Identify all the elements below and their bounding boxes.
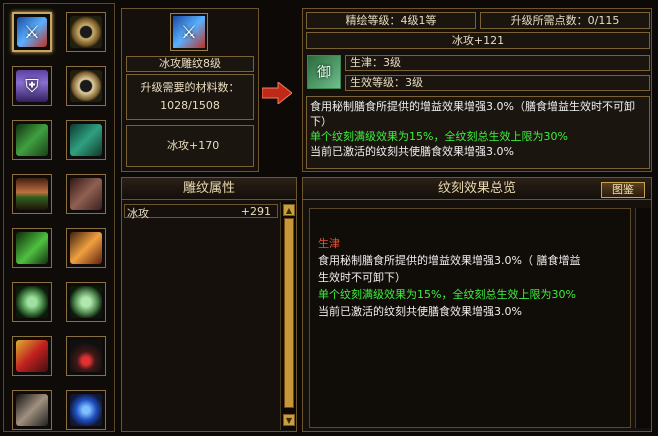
- jade-pendant-icon[interactable]: [66, 282, 106, 322]
- engrave-description: 食用秘制膳食所提供的增益效果增强3.0%（膳食增益生效时不可卸下） 单个纹刻满级…: [306, 96, 650, 169]
- selected-item-panel: ⚔ 冰攻雕纹8级 升级需要的材料数： 1028/1508 冰攻+170: [121, 8, 259, 172]
- codex-button[interactable]: 图鉴: [601, 182, 645, 198]
- jade-pendant-icon[interactable]: [12, 282, 52, 322]
- belt-icon[interactable]: [12, 174, 52, 214]
- equipment-grid: ⚔ ⛨: [3, 3, 115, 432]
- overview-header: 纹刻效果总览: [303, 178, 651, 200]
- overview-line-2: 生效时不可卸下）: [318, 271, 406, 284]
- scroll-up-arrow[interactable]: ▲: [283, 204, 295, 216]
- overview-line-4: 当前已激活的纹刻共使膳食效果增强3.0%: [318, 305, 522, 318]
- attributes-panel: 雕纹属性 冰攻 +291 ▲ ▼: [121, 177, 297, 432]
- ice-orb-icon[interactable]: [66, 390, 106, 430]
- attribute-row[interactable]: 冰攻 +291: [124, 204, 278, 220]
- overview-content: 生津 食用秘制膳食所提供的增益效果增强3.0%（ 膳食增益 生效时不可卸下） 单…: [309, 208, 631, 428]
- overview-panel: 纹刻效果总览 图鉴 生津 食用秘制膳食所提供的增益效果增强3.0%（ 膳食增益 …: [302, 177, 652, 432]
- attributes-scrollbar[interactable]: ▲ ▼: [280, 202, 296, 430]
- ice-sword-icon[interactable]: ⚔: [12, 12, 52, 52]
- desc-active: 当前已激活的纹刻共使膳食效果增强3.0%: [310, 145, 514, 158]
- engrave-level: 精绘等级：4级1等: [306, 12, 476, 29]
- selected-item-icon: ⚔: [170, 13, 208, 51]
- armor-icon[interactable]: ⛨: [12, 66, 52, 106]
- item-bonus: 冰攻+170: [126, 125, 254, 167]
- attribute-name: 冰攻: [127, 207, 149, 220]
- material-count: 1028/1508: [160, 99, 220, 112]
- law-name: 生津：3级: [345, 55, 650, 71]
- attributes-header: 雕纹属性: [122, 178, 296, 200]
- overview-line-3: 单个纹刻满级效果为15%，全纹刻总生效上限为30%: [318, 288, 576, 301]
- scroll-down-arrow[interactable]: ▼: [283, 414, 295, 426]
- upgrade-points: 升级所需点数：0/115: [480, 12, 650, 29]
- material-box: 升级需要的材料数： 1028/1508: [126, 74, 254, 120]
- bracer-icon[interactable]: [12, 120, 52, 160]
- scroll-thumb[interactable]: [284, 218, 294, 408]
- dagger-icon[interactable]: [12, 390, 52, 430]
- overview-title: 生津: [318, 237, 340, 250]
- ring-icon[interactable]: [66, 66, 106, 106]
- overview-line-1: 食用秘制膳食所提供的增益效果增强3.0%（ 膳食增益: [318, 254, 581, 267]
- glove-icon[interactable]: [12, 228, 52, 268]
- desc-limit: 单个纹刻满级效果为15%，全纹刻总生效上限为30%: [310, 130, 568, 143]
- scepter-icon[interactable]: [66, 228, 106, 268]
- upgrade-arrow-icon: [261, 80, 293, 106]
- necklace-icon[interactable]: [66, 336, 106, 376]
- engrave-detail-panel: 精绘等级：4级1等 升级所需点数：0/115 冰攻+121 御 生津：3级 生效…: [302, 8, 652, 172]
- effect-level: 生效等级：3级: [345, 75, 650, 91]
- item-name: 冰攻雕纹8级: [126, 56, 254, 72]
- material-label: 升级需要的材料数：: [140, 81, 240, 94]
- attribute-value: +291: [240, 205, 271, 218]
- charm-icon[interactable]: [12, 336, 52, 376]
- ring-icon[interactable]: [66, 12, 106, 52]
- desc-effect: 食用秘制膳食所提供的增益效果增强3.0%（膳食增益生效时不可卸下）: [310, 100, 635, 128]
- boot-icon[interactable]: [66, 174, 106, 214]
- jade-seal-icon: 御: [307, 55, 341, 89]
- bracer-icon[interactable]: [66, 120, 106, 160]
- engrave-stat: 冰攻+121: [306, 32, 650, 49]
- overview-scrollbar[interactable]: [635, 208, 651, 428]
